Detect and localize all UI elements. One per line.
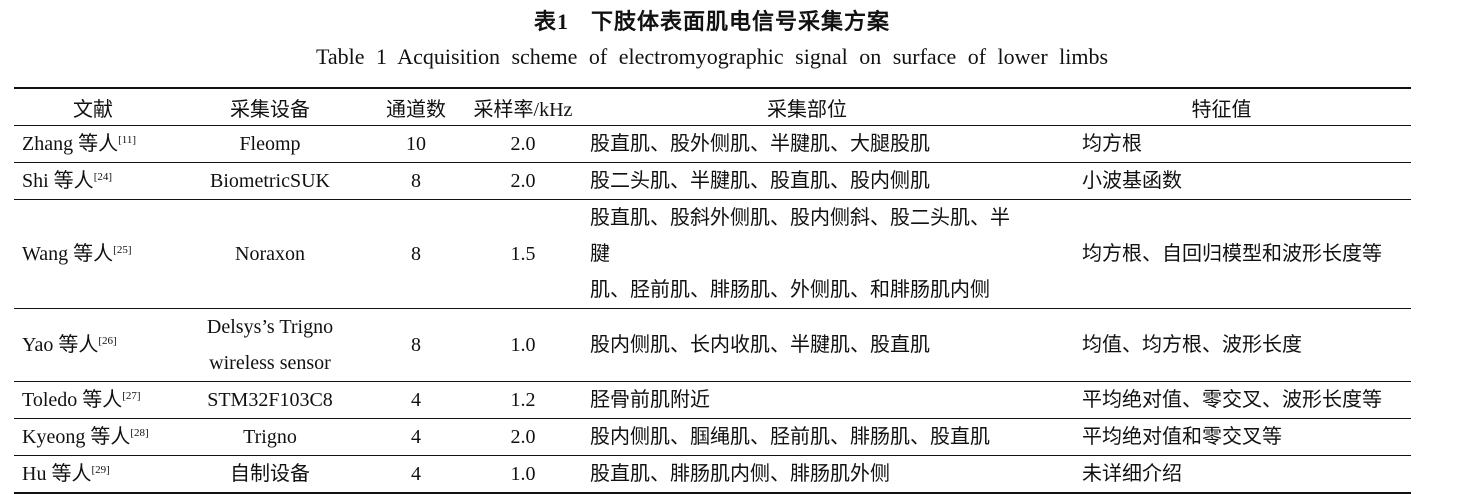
site-line: 肌、胫前肌、腓肠肌、外侧肌、和腓肠肌内侧 — [590, 279, 990, 301]
cell-reference: Yao 等人[26] — [22, 334, 117, 356]
cell-features: 小波基函数 — [1082, 170, 1182, 192]
cell-reference: Hu 等人[29] — [22, 463, 110, 485]
table-row: Kyeong 等人[28] Trigno 4 2.0 股内侧肌、腘绳肌、胫前肌、… — [14, 419, 1411, 456]
table-number: 表1 — [533, 9, 569, 34]
emg-acquisition-table: 文献 采集设备 通道数 采样率/kHz 采集部位 特征值 Zhang 等人[11… — [14, 87, 1411, 494]
cell-reference: Wang 等人[25] — [22, 243, 132, 265]
header-features: 特征值 — [1191, 98, 1252, 121]
citation: [24] — [93, 171, 113, 183]
table-row: Yao 等人[26] Delsys’s Trigno wireless sens… — [14, 309, 1411, 382]
cell-device: Fleomp — [239, 133, 301, 155]
citation: [26] — [98, 335, 117, 347]
cell-device: STM32F103C8 — [207, 389, 333, 411]
cell-sampling-rate: 2.0 — [510, 133, 536, 155]
cell-features: 平均绝对值、零交叉、波形长度等 — [1082, 389, 1382, 411]
cell-channels: 4 — [411, 463, 421, 485]
site-line: 股直肌、股斜外侧肌、股内侧斜、股二头肌、半腱 — [590, 207, 1010, 265]
cell-sampling-rate: 1.2 — [510, 389, 536, 411]
cell-site: 股直肌、股斜外侧肌、股内侧斜、股二头肌、半腱 肌、胫前肌、腓肠肌、外侧肌、和腓肠… — [582, 200, 1032, 309]
table-title-cn: 下肢体表面肌电信号采集方案 — [591, 9, 891, 34]
cell-features: 均方根、自回归模型和波形长度等 — [1082, 243, 1382, 265]
cell-device: Trigno — [243, 426, 297, 448]
cell-sampling-rate: 2.0 — [510, 426, 536, 448]
device-line: wireless sensor — [209, 352, 331, 374]
cell-channels: 4 — [411, 389, 421, 411]
header-channels: 通道数 — [386, 98, 446, 121]
table-caption-cn: 表1 下肢体表面肌电信号采集方案 — [0, 4, 1424, 36]
cell-channels: 4 — [411, 426, 421, 448]
cell-site: 股直肌、腓肠肌内侧、腓肠肌外侧 — [590, 463, 890, 485]
citation: [29] — [91, 464, 110, 476]
cell-features: 平均绝对值和零交叉等 — [1082, 426, 1282, 448]
citation: [28] — [130, 427, 149, 439]
header-device: 采集设备 — [230, 98, 310, 121]
cell-features: 均方根 — [1082, 133, 1142, 155]
cell-device: Noraxon — [235, 243, 305, 265]
table-row: Toledo 等人[27] STM32F103C8 4 1.2 胫骨前肌附近 平… — [14, 382, 1411, 419]
cell-site: 胫骨前肌附近 — [590, 389, 710, 411]
cell-channels: 8 — [411, 334, 421, 356]
citation: [11] — [118, 134, 137, 146]
cell-site: 股内侧肌、长内收肌、半腱肌、股直肌 — [590, 334, 930, 356]
device-line: Delsys’s Trigno — [206, 316, 334, 338]
citation: [27] — [122, 390, 141, 402]
table-row: Wang 等人[25] Noraxon 8 1.5 股直肌、股斜外侧肌、股内侧斜… — [14, 200, 1411, 309]
cell-reference: Shi 等人[24] — [22, 170, 113, 192]
cell-device: BiometricSUK — [210, 170, 330, 192]
header-site: 采集部位 — [767, 98, 847, 121]
cell-reference: Zhang 等人[11] — [22, 133, 137, 155]
table-row: Zhang 等人[11] Fleomp 10 2.0 股直肌、股外侧肌、半腱肌、… — [14, 126, 1411, 163]
cell-device: 自制设备 — [230, 463, 310, 485]
cell-features: 均值、均方根、波形长度 — [1082, 334, 1302, 356]
cell-sampling-rate: 2.0 — [510, 170, 536, 192]
cell-sampling-rate: 1.5 — [510, 243, 536, 265]
header-reference: 文献 — [73, 98, 113, 121]
table-row: Hu 等人[29] 自制设备 4 1.0 股直肌、腓肠肌内侧、腓肠肌外侧 未详细… — [14, 456, 1411, 493]
citation: [25] — [113, 244, 132, 256]
cell-sampling-rate: 1.0 — [510, 334, 536, 356]
cell-reference: Kyeong 等人[28] — [22, 426, 149, 448]
cell-reference: Toledo 等人[27] — [22, 389, 141, 411]
cell-device: Delsys’s Trigno wireless sensor — [172, 309, 368, 382]
header-sampling-rate: 采样率/kHz — [473, 98, 573, 121]
table-row: Shi 等人[24] BiometricSUK 8 2.0 股二头肌、半腱肌、股… — [14, 163, 1411, 200]
cell-channels: 8 — [411, 243, 421, 265]
cell-channels: 10 — [406, 133, 426, 155]
cell-features: 未详细介绍 — [1082, 463, 1182, 485]
cell-site: 股二头肌、半腱肌、股直肌、股内侧肌 — [590, 170, 930, 192]
table-caption-en: Table 1 Acquisition scheme of electromyo… — [315, 44, 1109, 69]
cell-site: 股直肌、股外侧肌、半腱肌、大腿股肌 — [590, 133, 930, 155]
cell-site: 股内侧肌、腘绳肌、胫前肌、腓肠肌、股直肌 — [590, 426, 990, 448]
cell-sampling-rate: 1.0 — [510, 463, 536, 485]
table-header-row: 文献 采集设备 通道数 采样率/kHz 采集部位 特征值 — [14, 88, 1411, 126]
cell-channels: 8 — [411, 170, 421, 192]
